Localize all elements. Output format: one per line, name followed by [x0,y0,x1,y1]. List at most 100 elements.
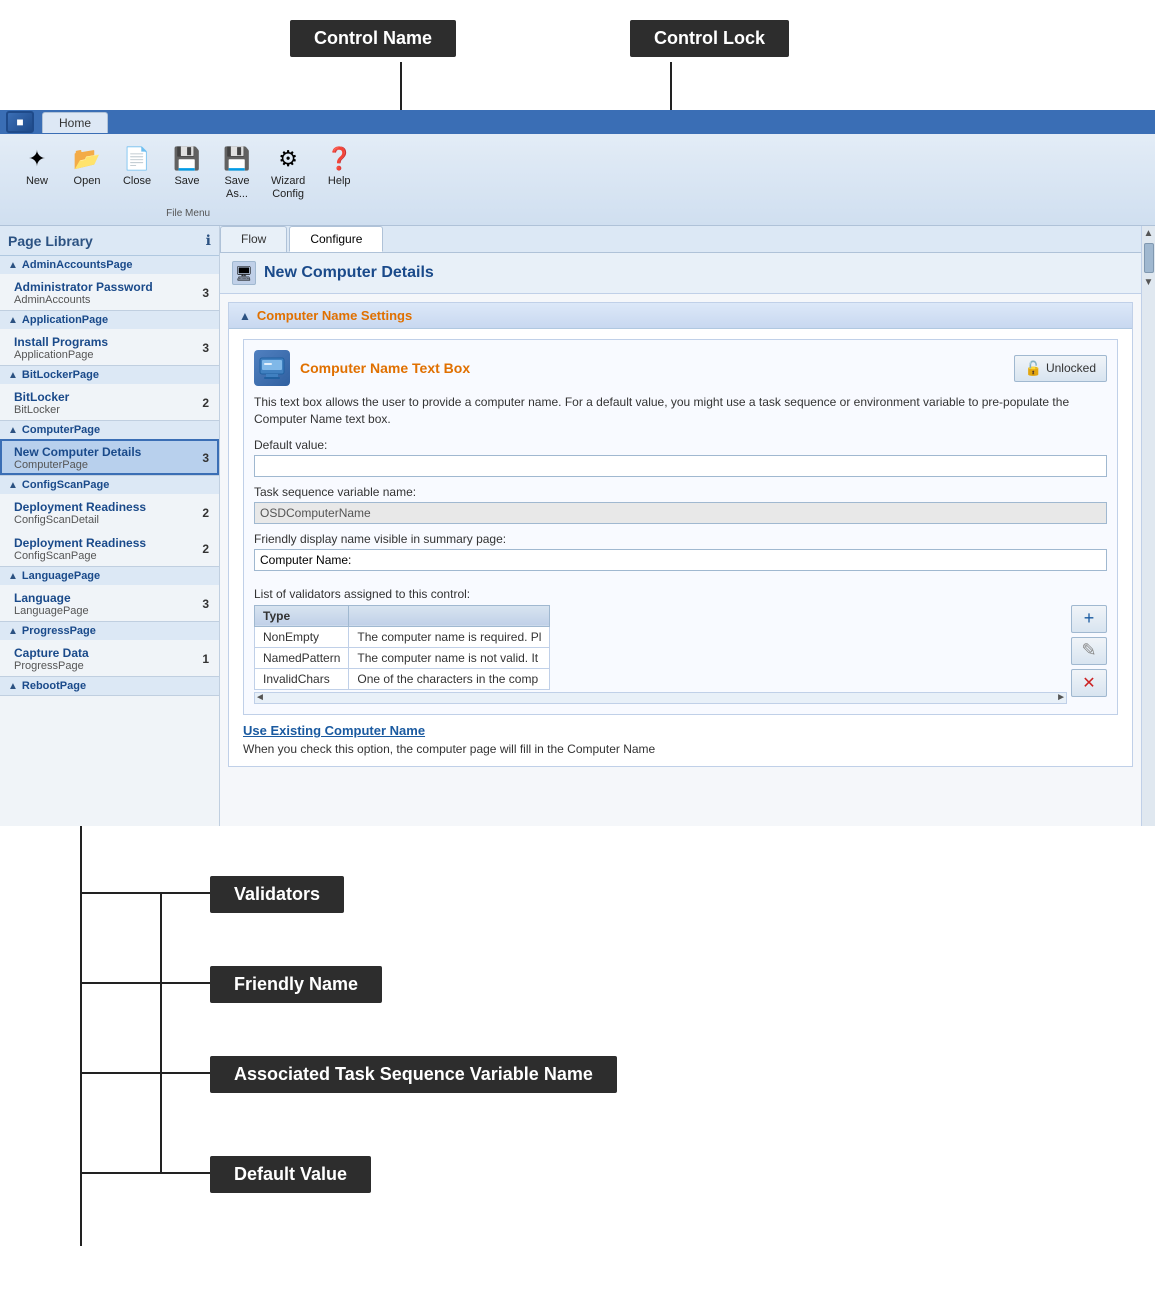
validators-line [80,892,210,894]
sidebar-group-configscan-header[interactable]: ▲ ConfigScanPage [0,476,219,494]
sidebar-item-capture-data-title: Capture Data [14,646,89,660]
horizontal-scrollbar[interactable]: ◄ ► [254,692,1067,704]
validators-table: Type NonEmpty The computer name is requ [254,605,550,690]
friendly-name-annotation: Friendly Name [210,966,382,1003]
sidebar-item-admin-password-title: Administrator Password [14,280,153,294]
save-icon: 💾 [171,143,203,175]
save-label: Save [174,175,199,188]
validators-buttons: + ✎ ✕ [1071,605,1107,697]
validator-type-1: NonEmpty [255,626,349,647]
sidebar-group-reboot: ▲ RebootPage [0,677,219,696]
sidebar-item-install-programs[interactable]: Install Programs ApplicationPage 3 [0,329,219,365]
tab-configure[interactable]: Configure [289,226,383,252]
sidebar-item-deployment-readiness-2-num: 2 [202,542,209,556]
table-row[interactable]: InvalidChars One of the characters in th… [255,668,550,689]
table-row[interactable]: NonEmpty The computer name is required. … [255,626,550,647]
validators-col-description [349,605,550,626]
use-existing-link[interactable]: Use Existing Computer Name [243,723,1118,738]
help-label: Help [328,175,351,188]
sidebar-group-reboot-header[interactable]: ▲ RebootPage [0,677,219,695]
sidebar-group-progress-header[interactable]: ▲ ProgressPage [0,622,219,640]
sidebar-item-bitlocker-sub: BitLocker [14,404,69,416]
sidebar-group-bitlocker-name: BitLockerPage [22,369,99,381]
sidebar-item-new-computer-details-title: New Computer Details [14,445,141,459]
save-as-button[interactable]: 💾 SaveAs... [212,138,262,206]
sidebar-item-language[interactable]: Language LanguagePage 3 [0,585,219,621]
sidebar-item-language-num: 3 [202,597,209,611]
lock-icon: 🔓 [1025,360,1042,377]
sidebar-item-capture-data-num: 1 [202,652,209,666]
sidebar-item-admin-password[interactable]: Administrator Password AdminAccounts 3 [0,274,219,310]
friendly-name-input[interactable] [254,549,1107,571]
scroll-up-arrow[interactable]: ▲ [1144,228,1154,239]
sidebar-group-language-header[interactable]: ▲ LanguagePage [0,567,219,585]
default-value-line [80,1172,210,1174]
control-lock-annotation: Control Lock [630,20,789,57]
sidebar-info-icon[interactable]: ℹ [206,232,211,249]
new-button[interactable]: ✦ New [12,138,62,206]
sidebar-group-application-arrow: ▲ [8,315,18,326]
sidebar-group-reboot-name: RebootPage [22,680,86,692]
sidebar-group-admin-header[interactable]: ▲ AdminAccountsPage [0,256,219,274]
vertical-scrollbar[interactable]: ▲ ▼ [1141,226,1155,826]
open-button[interactable]: 📂 Open [62,138,112,206]
save-as-label: SaveAs... [224,175,249,201]
sidebar-group-bitlocker-header[interactable]: ▲ BitLockerPage [0,366,219,384]
sidebar-item-deployment-readiness-1-title: Deployment Readiness [14,500,146,514]
scroll-down-arrow[interactable]: ▼ [1144,277,1154,288]
sidebar-item-deployment-readiness-1[interactable]: Deployment Readiness ConfigScanDetail 2 [0,494,219,530]
task-var-input[interactable] [254,502,1107,524]
ribbon-group-file: ✦ New 📂 Open 📄 Close 💾 Save 💾 Save [12,138,364,221]
help-button[interactable]: ❓ Help [314,138,364,206]
save-button[interactable]: 💾 Save [162,138,212,206]
ribbon-group-label: File Menu [12,206,364,221]
lock-button[interactable]: 🔓 Unlocked [1014,355,1107,382]
sidebar-item-new-computer-details[interactable]: New Computer Details ComputerPage 3 [0,439,219,475]
sidebar-group-configscan-arrow: ▲ [8,480,18,491]
open-icon: 📂 [71,143,103,175]
sidebar-item-admin-password-num: 3 [202,286,209,300]
sidebar-item-language-title: Language [14,591,89,605]
left-connector-line [80,826,82,1246]
sidebar-group-bitlocker: ▲ BitLockerPage BitLocker BitLocker 2 [0,366,219,421]
validators-col-type: Type [255,605,349,626]
scroll-thumb[interactable] [1144,243,1154,273]
sidebar-group-admin-arrow: ▲ [8,260,18,271]
sidebar-item-bitlocker[interactable]: BitLocker BitLocker 2 [0,384,219,420]
sidebar-group-admin-name: AdminAccountsPage [22,259,133,271]
save-as-icon: 💾 [221,143,253,175]
office-button[interactable]: ■ [6,111,34,133]
new-icon: ✦ [21,143,53,175]
sidebar-group-application: ▲ ApplicationPage Install Programs Appli… [0,311,219,366]
tab-flow[interactable]: Flow [220,226,287,252]
sidebar-group-application-name: ApplicationPage [22,314,108,326]
section-title: Computer Name Settings [257,308,412,323]
control-name: Computer Name Text Box [300,360,470,376]
sidebar-group-progress-arrow: ▲ [8,626,18,637]
control-name-annotation: Control Name [290,20,456,57]
sidebar-group-computer-name: ComputerPage [22,424,100,436]
close-button[interactable]: 📄 Close [112,138,162,206]
table-row[interactable]: NamedPattern The computer name is not va… [255,647,550,668]
edit-validator-button[interactable]: ✎ [1071,637,1107,665]
sidebar-item-capture-data[interactable]: Capture Data ProgressPage 1 [0,640,219,676]
control-box-left: Computer Name Text Box [254,350,470,386]
sidebar-group-computer-header[interactable]: ▲ ComputerPage [0,421,219,439]
close-icon: 📄 [121,143,153,175]
scroll-right-arrow[interactable]: ► [1056,692,1066,703]
add-validator-button[interactable]: + [1071,605,1107,633]
tab-home[interactable]: Home [42,112,108,133]
content-with-scroll: Flow Configure 🖥 New Computer Details ▲ … [220,226,1155,826]
wizard-config-button[interactable]: ⚙ WizardConfig [262,138,314,206]
scroll-left-arrow[interactable]: ◄ [255,692,265,703]
default-value-input[interactable] [254,455,1107,477]
section-arrow: ▲ [239,309,251,323]
sidebar-item-new-computer-details-sub: ComputerPage [14,459,141,471]
help-icon: ❓ [323,143,355,175]
new-label: New [26,175,48,188]
delete-validator-button[interactable]: ✕ [1071,669,1107,697]
sidebar-item-deployment-readiness-2[interactable]: Deployment Readiness ConfigScanPage 2 [0,530,219,566]
sidebar-group-application-header[interactable]: ▲ ApplicationPage [0,311,219,329]
friendly-name-line [80,982,210,984]
sidebar-item-language-sub: LanguagePage [14,605,89,617]
